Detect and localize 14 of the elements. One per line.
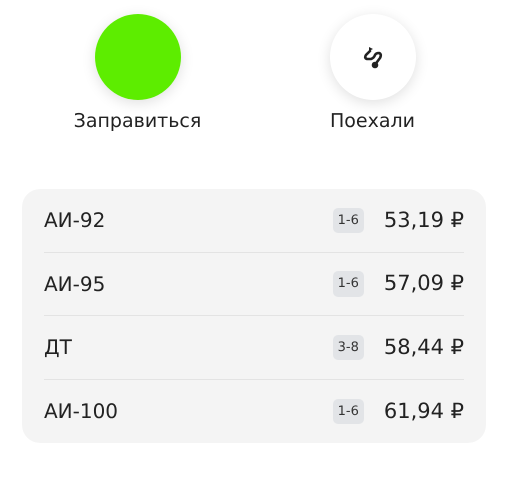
- fuel-name: ДТ: [44, 334, 73, 362]
- fuel-price: 53,19 ₽: [384, 206, 464, 234]
- fuel-name: АИ-92: [44, 207, 106, 234]
- fuel-price: 58,44 ₽: [384, 334, 464, 360]
- action-label: Поехали: [330, 109, 415, 133]
- action-label: Заправиться: [74, 109, 202, 133]
- fuel-name: АИ-100: [44, 398, 120, 426]
- fuel-name: АИ-95: [44, 270, 106, 298]
- pump-range-tag: 1-6: [332, 208, 364, 233]
- pump-range-tag: 1-6: [332, 398, 364, 424]
- fuel-price: 61,94 ₽: [384, 398, 464, 424]
- fuel-price: 57,09 ₽: [384, 270, 464, 297]
- pump-range-tag: 1-6: [332, 271, 364, 296]
- pump-range-tag: 3-8: [332, 334, 364, 360]
